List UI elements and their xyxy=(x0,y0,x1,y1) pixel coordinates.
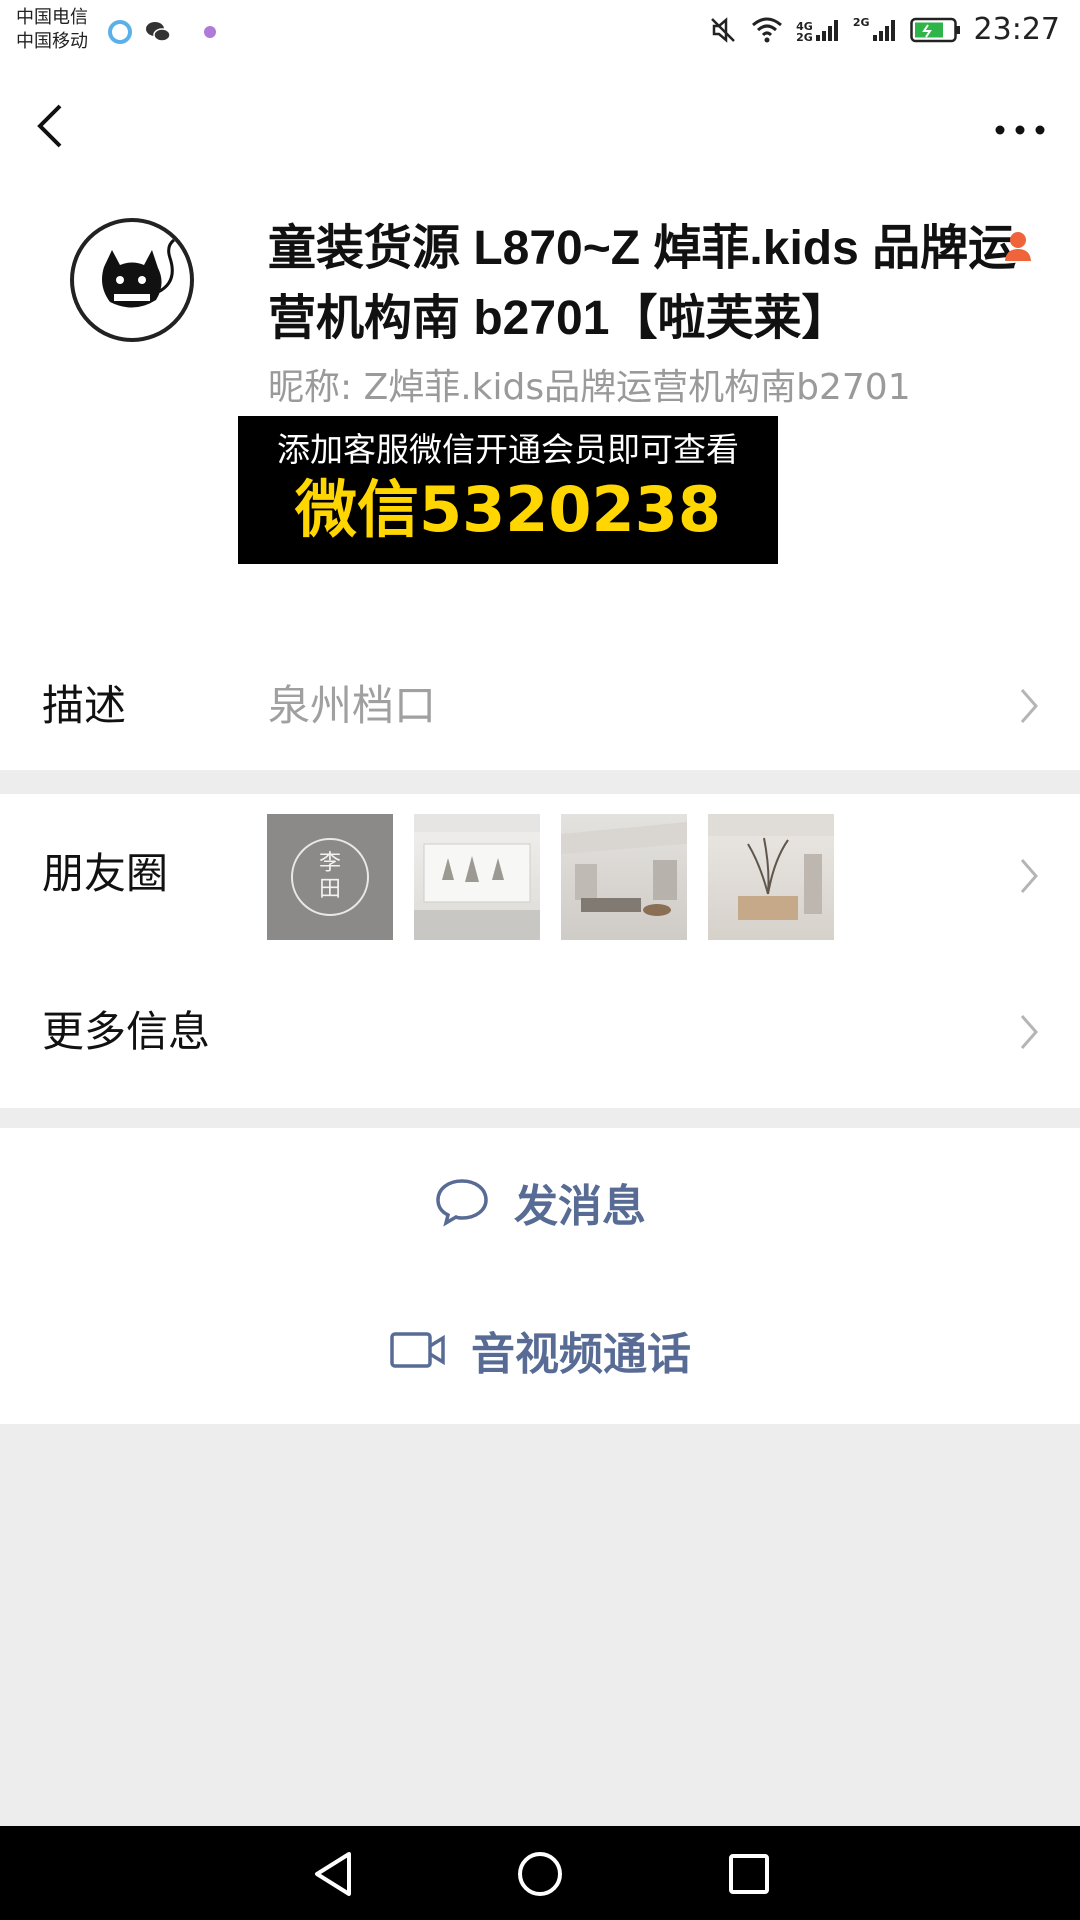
avatar[interactable] xyxy=(70,218,194,342)
send-message-button[interactable]: 发消息 xyxy=(0,1128,1080,1276)
chevron-right-icon xyxy=(1020,859,1038,893)
carrier-1: 中国电信 xyxy=(16,7,88,28)
wechat-icon xyxy=(146,22,171,42)
contact-actions: 发消息 音视频通话 xyxy=(0,1128,1080,1424)
signal-icon xyxy=(815,20,838,41)
chevron-right-icon xyxy=(1020,689,1038,723)
battery-charging-icon xyxy=(909,17,960,43)
notification-dot-icon xyxy=(204,26,216,38)
female-person-icon xyxy=(1005,232,1031,261)
moments-thumbnails: 李 田 xyxy=(267,814,834,940)
moments-label: 朋友圈 xyxy=(42,849,169,898)
network-type-2: 2G xyxy=(796,31,813,44)
store-interior-image xyxy=(708,814,834,920)
moment-thumbnail[interactable] xyxy=(561,814,687,940)
signal-icon xyxy=(872,20,895,41)
carrier-2: 中国移动 xyxy=(16,31,88,52)
clock: 23:27 xyxy=(973,12,1060,47)
carrier-info: 中国电信 中国移动 xyxy=(16,6,88,54)
contact-name: 童装货源 L870~Z 焯菲.kids 品牌运营机构南 b2701【啦芙莱】 xyxy=(268,222,1017,345)
more-dots-icon[interactable] xyxy=(990,118,1050,142)
promo-line-1: 添加客服微信开通会员即可查看 xyxy=(277,430,739,469)
black-cat-logo-icon xyxy=(102,238,175,308)
moment-logo-text: 李 田 xyxy=(291,838,369,916)
wifi-icon xyxy=(752,17,783,43)
store-interior-image xyxy=(561,822,687,916)
back-button[interactable] xyxy=(30,100,70,152)
store-interior-image xyxy=(414,814,540,940)
nav-recents-icon[interactable] xyxy=(721,1846,777,1902)
video-camera-icon xyxy=(390,1332,445,1368)
description-value: 泉州档口 xyxy=(268,681,437,730)
nickname: 昵称: Z焯菲.kids品牌运营机构南b2701 xyxy=(268,367,911,408)
moment-thumbnail[interactable] xyxy=(414,814,540,940)
promo-banner: 添加客服微信开通会员即可查看 微信5320238 xyxy=(238,416,778,564)
moment-thumbnail[interactable]: 李 田 xyxy=(267,814,393,940)
status-bar: 中国电信 中国移动 4G 2G 2G 23:27 xyxy=(0,0,1080,62)
video-call-button[interactable]: 音视频通话 xyxy=(0,1276,1080,1424)
nav-back-icon[interactable] xyxy=(305,1846,361,1902)
moments-row[interactable]: 朋友圈 李 田 xyxy=(0,794,1080,956)
chevron-right-icon xyxy=(1020,1015,1038,1049)
moment-thumbnail[interactable] xyxy=(708,814,834,940)
chat-bubble-icon xyxy=(436,1179,488,1227)
nav-home-icon[interactable] xyxy=(512,1846,568,1902)
description-label: 描述 xyxy=(42,681,127,730)
video-call-label: 音视频通话 xyxy=(471,1329,691,1380)
network-type-3: 2G xyxy=(852,16,870,29)
more-info-row[interactable]: 更多信息 xyxy=(0,956,1080,1108)
more-info-label: 更多信息 xyxy=(42,1007,211,1056)
nav-bar xyxy=(0,62,1080,192)
promo-line-2: 微信5320238 xyxy=(295,473,721,546)
description-row[interactable]: 描述 泉州档口 xyxy=(0,642,1080,770)
profile-header: 童装货源 L870~Z 焯菲.kids 品牌运营机构南 b2701【啦芙莱】 昵… xyxy=(0,192,1080,642)
send-message-label: 发消息 xyxy=(514,1181,646,1232)
system-nav-bar xyxy=(0,1826,1080,1920)
mute-icon xyxy=(711,17,736,43)
qq-browser-icon xyxy=(108,20,132,44)
